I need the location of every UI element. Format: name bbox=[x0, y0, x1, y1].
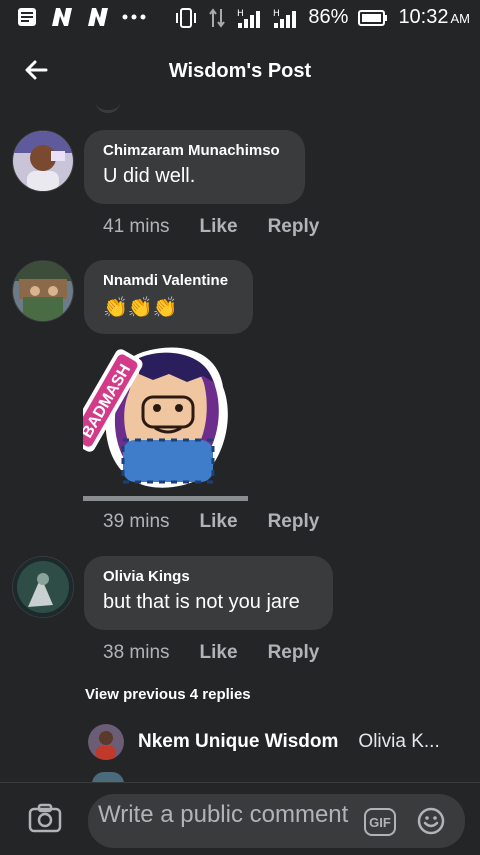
back-arrow-icon bbox=[25, 60, 48, 80]
emoji-button[interactable] bbox=[416, 806, 446, 836]
page-title: Wisdom's Post bbox=[168, 59, 312, 82]
reply-preview[interactable]: Nkem Unique Wisdom Olivia K... bbox=[88, 724, 440, 760]
battery-icon bbox=[358, 9, 388, 27]
reply-author: Nkem Unique Wisdom bbox=[138, 731, 339, 752]
comment-author[interactable]: Chimzaram Munachimso bbox=[103, 142, 285, 159]
reply-button[interactable]: Reply bbox=[268, 642, 320, 664]
comment-timestamp: 41 mins bbox=[103, 216, 170, 237]
avatar[interactable] bbox=[12, 130, 74, 192]
comment-composer: Write a public comment GIF bbox=[0, 782, 480, 855]
status-right: H H 86% 10:32 AM bbox=[174, 6, 470, 29]
reply-snippet: Olivia K... bbox=[358, 731, 440, 752]
status-bar: H H 86% 10:32 AM bbox=[0, 0, 480, 38]
comment-text: U did well. bbox=[103, 165, 196, 187]
like-button[interactable]: Like bbox=[200, 216, 238, 238]
comment-author[interactable]: Olivia Kings bbox=[103, 568, 313, 585]
like-button[interactable]: Like bbox=[200, 511, 238, 533]
comment-timestamp: 39 mins bbox=[103, 511, 170, 532]
back-button[interactable] bbox=[18, 52, 54, 88]
n-app-icon bbox=[86, 6, 110, 28]
camera-icon bbox=[28, 803, 62, 833]
smiley-icon bbox=[417, 807, 445, 835]
avatar[interactable] bbox=[12, 260, 74, 322]
comment-meta: 39 mins Like Reply bbox=[103, 511, 319, 533]
reply-button[interactable]: Reply bbox=[268, 216, 320, 238]
svg-text:H: H bbox=[237, 9, 244, 19]
comment-meta: 41 mins Like Reply bbox=[103, 216, 319, 238]
camera-button[interactable] bbox=[26, 799, 64, 837]
comment-bubble[interactable]: Chimzaram Munachimso U did well. bbox=[84, 130, 305, 204]
svg-text:H: H bbox=[273, 9, 280, 19]
clock-ampm: AM bbox=[450, 11, 471, 26]
view-previous-replies-link[interactable]: View previous 4 replies bbox=[85, 686, 251, 703]
comment-bubble[interactable]: Olivia Kings but that is not you jare bbox=[84, 556, 333, 630]
more-dots-icon bbox=[122, 12, 146, 22]
comment-text: but that is not you jare bbox=[103, 591, 300, 613]
reply-button[interactable]: Reply bbox=[268, 511, 320, 533]
comment-input-placeholder: Write a public comment bbox=[98, 801, 349, 828]
scroll-indicator bbox=[96, 102, 120, 113]
comment-timestamp: 38 mins bbox=[103, 642, 170, 663]
comment-meta: 38 mins Like Reply bbox=[103, 642, 319, 664]
clock-time: 10:32 bbox=[398, 6, 449, 28]
comment-author[interactable]: Nnamdi Valentine bbox=[103, 272, 233, 289]
signal-h-icon: H bbox=[236, 7, 262, 29]
comment-bubble[interactable]: Nnamdi Valentine 👏👏👏 bbox=[84, 260, 253, 334]
status-left-icons bbox=[16, 6, 146, 28]
comment-input[interactable]: Write a public comment GIF bbox=[88, 794, 465, 848]
sticker-image[interactable]: BADMASH bbox=[67, 342, 249, 492]
data-arrows-icon bbox=[208, 7, 226, 29]
notification-icon bbox=[16, 6, 38, 28]
comment-text: 👏👏👏 bbox=[103, 295, 178, 319]
avatar[interactable] bbox=[88, 724, 124, 760]
header: Wisdom's Post bbox=[0, 40, 480, 102]
n-app-icon bbox=[50, 6, 74, 28]
gif-button[interactable]: GIF bbox=[364, 808, 396, 836]
signal-h-icon: H bbox=[272, 7, 298, 29]
battery-percent: 86% bbox=[308, 6, 349, 28]
avatar[interactable] bbox=[12, 556, 74, 618]
sticker-underline bbox=[83, 496, 248, 501]
vibrate-icon bbox=[174, 7, 198, 29]
like-button[interactable]: Like bbox=[200, 642, 238, 664]
